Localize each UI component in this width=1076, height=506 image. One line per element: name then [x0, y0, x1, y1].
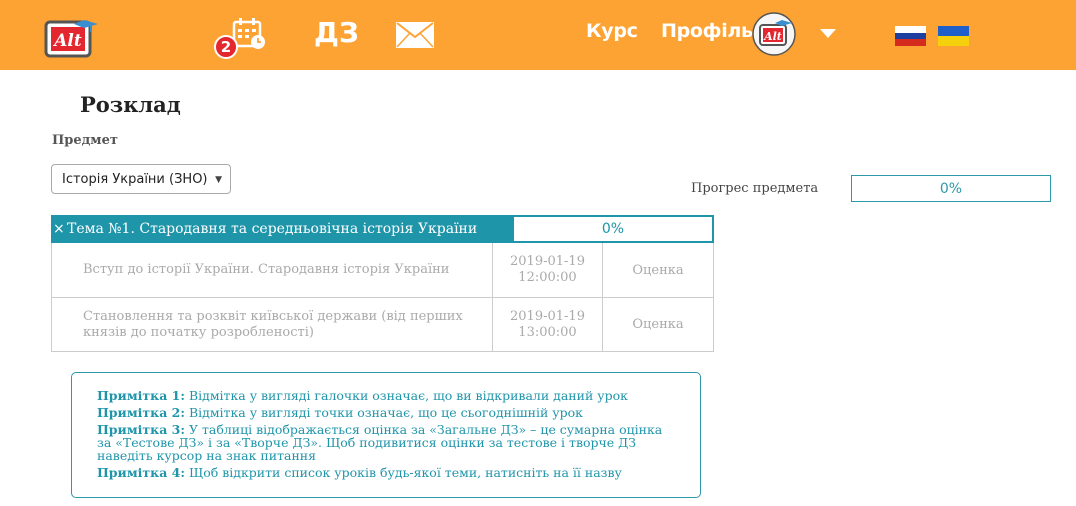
nav-course-link[interactable]: Курс — [586, 20, 638, 42]
notification-badge[interactable]: 2 — [214, 35, 238, 59]
lesson-grade: Оценка — [632, 317, 684, 332]
subject-select[interactable]: Історія України (ЗНО) ▼ — [51, 164, 231, 194]
subject-select-value: Історія України (ЗНО) — [62, 171, 208, 187]
lessons-table: Вступ до історії України. Стародавня іст… — [51, 243, 714, 352]
lesson-datetime: 2019-01-19 12:00:00 — [493, 243, 603, 297]
note-item: Примітка 2: Відмітка у вигляді точки озн… — [97, 406, 675, 419]
close-icon[interactable]: × — [53, 221, 67, 237]
lesson-datetime: 2019-01-19 13:00:00 — [493, 298, 603, 351]
flag-ukrainian[interactable] — [938, 26, 969, 46]
flag-russian[interactable] — [895, 26, 926, 46]
homework-link[interactable]: ДЗ — [314, 16, 359, 49]
lesson-date: 2019-01-19 — [510, 308, 585, 324]
lesson-date: 2019-01-19 — [510, 254, 585, 269]
subject-progress-bar: 0% — [851, 175, 1051, 202]
lesson-time: 12:00:00 — [518, 270, 577, 285]
note-item: Примітка 4: Щоб відкрити список уроків б… — [97, 466, 675, 479]
avatar[interactable]: Alt — [752, 12, 796, 56]
table-row[interactable]: Становлення та розквіт київської держави… — [52, 297, 713, 351]
note-label: Примітка 2: — [97, 405, 185, 420]
lesson-time: 13:00:00 — [518, 324, 577, 340]
topic-title[interactable]: Тема №1. Стародавня та середньовічна іст… — [67, 221, 477, 237]
table-row[interactable]: Вступ до історії України. Стародавня іст… — [52, 243, 713, 297]
chevron-down-icon: ▼ — [215, 175, 222, 185]
top-navbar: Alt 2 ДЗ Курс Профіль Alt — [0, 0, 1076, 70]
topic-header[interactable]: × Тема №1. Стародавня та середньовічна і… — [51, 215, 714, 243]
avatar-text: Alt — [763, 30, 782, 43]
envelope-icon[interactable] — [396, 22, 434, 48]
notes-box: Примітка 1: Відмітка у вигляді галочки о… — [71, 372, 701, 498]
lesson-grade: Оценка — [632, 262, 684, 278]
note-item: Примітка 3: У таблиці відображається оці… — [97, 423, 675, 462]
note-label: Примітка 1: — [97, 388, 185, 403]
note-text: Щоб відкрити список уроків будь-якої тем… — [184, 465, 622, 480]
lesson-name[interactable]: Становлення та розквіт київської держави… — [52, 298, 493, 351]
note-text: Відмітка у вигляді галочки означає, що в… — [184, 388, 628, 403]
lesson-name[interactable]: Вступ до історії України. Стародавня іст… — [52, 243, 493, 297]
note-item: Примітка 1: Відмітка у вигляді галочки о… — [97, 389, 675, 402]
note-label: Примітка 4: — [97, 465, 185, 480]
alt-logo[interactable]: Alt — [44, 16, 100, 60]
logo-text: Alt — [52, 31, 82, 51]
topic-progress: 0% — [514, 217, 712, 241]
nav-profile-link[interactable]: Профіль — [661, 20, 753, 42]
caret-down-icon[interactable] — [820, 29, 836, 38]
subject-label: Предмет — [52, 133, 118, 148]
note-text: Відмітка у вигляді точки означає, що це … — [184, 405, 583, 420]
page-title: Розклад — [80, 92, 181, 117]
subject-progress-label: Прогрес предмета — [691, 181, 819, 196]
